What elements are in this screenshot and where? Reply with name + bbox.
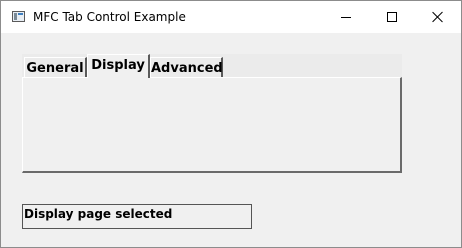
minimize-button[interactable] — [323, 1, 369, 33]
close-icon — [432, 11, 444, 23]
close-button[interactable] — [415, 1, 461, 33]
status-box: Display page selected — [22, 204, 252, 229]
window-title: MFC Tab Control Example — [33, 10, 186, 24]
tab-strip: General Display Advanced — [22, 54, 402, 78]
status-text: Display page selected — [24, 207, 173, 221]
tab-control: General Display Advanced — [22, 54, 402, 173]
application-icon[interactable] — [12, 11, 25, 22]
tab-advanced[interactable]: Advanced — [150, 57, 223, 78]
maximize-button[interactable] — [369, 1, 415, 33]
title-bar[interactable]: MFC Tab Control Example — [1, 1, 461, 33]
tab-panel-display — [22, 77, 402, 173]
tab-display[interactable]: Display — [87, 54, 150, 78]
tab-general[interactable]: General — [24, 57, 87, 78]
app-window: MFC Tab Control Example General Display … — [0, 0, 462, 248]
minimize-icon — [341, 17, 351, 18]
maximize-icon — [387, 12, 397, 22]
